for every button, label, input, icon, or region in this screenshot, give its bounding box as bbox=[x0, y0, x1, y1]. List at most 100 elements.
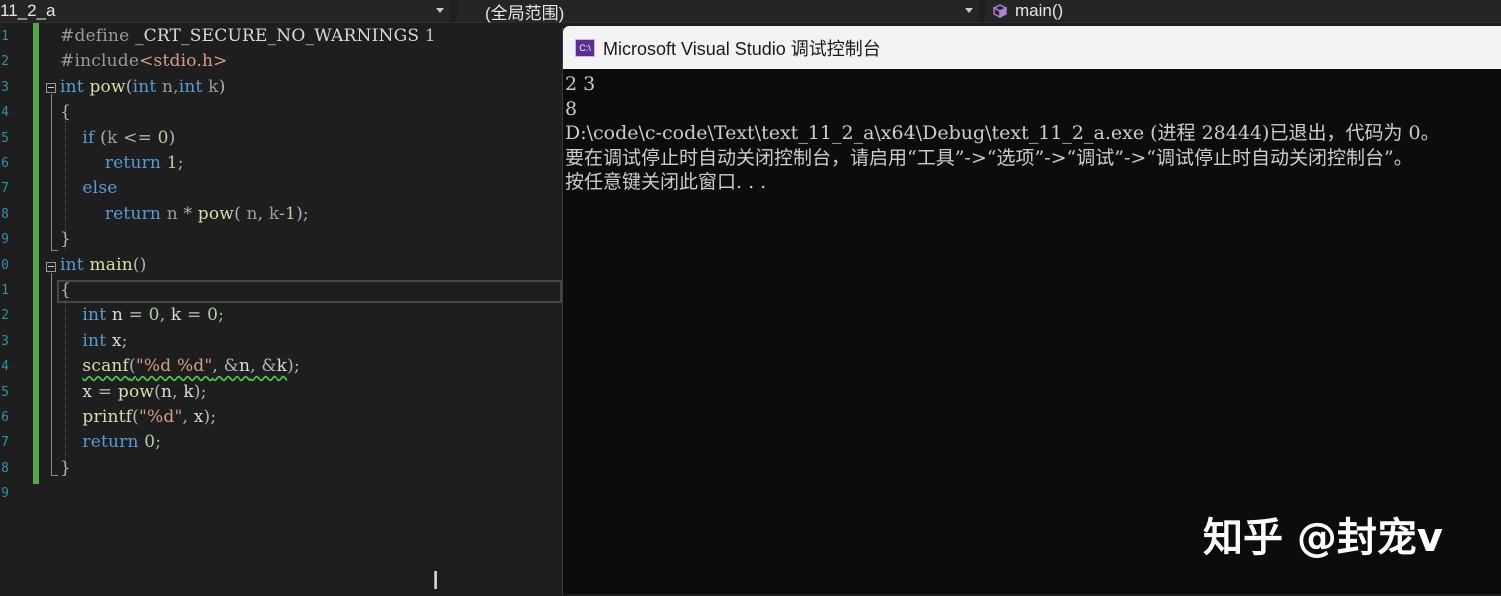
code-token: * bbox=[177, 203, 198, 224]
function-dropdown[interactable]: main() bbox=[985, 0, 1501, 22]
code-line[interactable]: return 0; bbox=[60, 430, 161, 455]
code-token: ; bbox=[155, 432, 162, 453]
editor-navigation-bar: 11_2_a (全局范围) main() bbox=[0, 0, 1501, 23]
line-number: 2 bbox=[1, 308, 9, 324]
line-number: 5 bbox=[1, 384, 9, 400]
console-output[interactable]: 2 3 8 D:\code\c-code\Text\text_11_2_a\x64\… bbox=[565, 72, 1500, 195]
code-token: x bbox=[60, 381, 93, 402]
code-editor[interactable]: 1 2 3 4 5 6 7 8 9 0 1 2 3 4 5 6 7 8 9 #define _CRT_SECURE_… bbox=[0, 23, 562, 594]
code-token: x bbox=[193, 407, 204, 427]
code-token: ) bbox=[168, 127, 176, 148]
collapse-region-icon[interactable] bbox=[46, 262, 56, 272]
code-token: k bbox=[183, 381, 194, 402]
code-token: { bbox=[60, 280, 72, 300]
function-dropdown-label: main() bbox=[1015, 1, 1064, 20]
code-token: 1 bbox=[161, 153, 178, 173]
code-token: ; bbox=[218, 305, 225, 326]
code-token: pow bbox=[197, 203, 235, 224]
code-token: 1 bbox=[419, 26, 436, 46]
line-number: 4 bbox=[1, 359, 9, 375]
code-token: ; bbox=[177, 153, 184, 173]
code-token: k bbox=[268, 203, 280, 224]
text-cursor-icon: I bbox=[432, 565, 440, 595]
code-token: } bbox=[60, 457, 72, 478]
code-line[interactable]: return n * pow( n, k-1); bbox=[60, 202, 309, 227]
line-number: 5 bbox=[1, 130, 9, 146]
code-token: n bbox=[246, 203, 258, 224]
code-token: k bbox=[170, 305, 182, 326]
code-token: () bbox=[132, 254, 147, 275]
line-number: 4 bbox=[1, 105, 9, 121]
code-token: 1 bbox=[285, 203, 297, 224]
cube-icon bbox=[993, 4, 1007, 18]
line-number: 6 bbox=[1, 410, 9, 425]
code-line[interactable]: int main() bbox=[60, 253, 147, 278]
line-number: 3 bbox=[1, 79, 9, 95]
code-line[interactable]: } bbox=[60, 456, 71, 481]
project-dropdown[interactable]: 11_2_a bbox=[0, 0, 450, 22]
scope-dropdown-label: (全局范围) bbox=[485, 3, 565, 23]
code-line[interactable]: if (k <= 0) bbox=[60, 126, 176, 151]
code-token: pow bbox=[89, 76, 126, 97]
code-token: "%d %d" bbox=[135, 356, 213, 377]
code-line[interactable]: #include<stdio.h> bbox=[60, 49, 228, 74]
code-token: <= bbox=[117, 127, 158, 148]
code-token: if bbox=[82, 127, 95, 148]
code-token: main bbox=[89, 254, 133, 275]
change-tracking-bar bbox=[33, 23, 39, 484]
line-number: 6 bbox=[1, 156, 9, 171]
code-line[interactable]: } bbox=[60, 227, 71, 252]
collapse-region-icon[interactable] bbox=[46, 83, 56, 93]
code-token: _CRT_SECURE_NO_WARNINGS bbox=[134, 26, 420, 46]
current-line-highlight bbox=[57, 280, 562, 303]
code-token: #define bbox=[60, 26, 135, 46]
watermark: 知乎 @封宠v bbox=[1203, 515, 1443, 561]
chevron-down-icon bbox=[965, 8, 973, 13]
code-token: , bbox=[159, 305, 171, 326]
code-token: , bbox=[182, 407, 194, 427]
code-token: 0 bbox=[138, 432, 156, 453]
code-token: = bbox=[92, 381, 118, 402]
code-token: ( bbox=[125, 76, 133, 97]
code-line[interactable]: int n = 0, k = 0; bbox=[60, 303, 224, 328]
line-number: 8 bbox=[1, 206, 9, 222]
code-line[interactable]: { bbox=[60, 100, 71, 125]
code-line[interactable]: x = pow(n, k); bbox=[60, 380, 207, 405]
code-line[interactable]: { bbox=[60, 278, 71, 303]
code-token: printf bbox=[82, 407, 133, 427]
code-token: ( bbox=[234, 203, 247, 224]
code-line[interactable]: int x; bbox=[60, 329, 128, 354]
code-token: 0 bbox=[148, 305, 160, 326]
code-line[interactable]: int pow(int n,int k) bbox=[60, 75, 226, 100]
code-token: return bbox=[104, 203, 162, 224]
code-line[interactable]: printf("%d", x); bbox=[60, 405, 216, 430]
line-number: 9 bbox=[1, 486, 9, 502]
code-token: = bbox=[181, 305, 208, 326]
code-token: k bbox=[107, 127, 118, 148]
line-number: 8 bbox=[1, 460, 9, 476]
console-titlebar[interactable]: C:\ Microsoft Visual Studio 调试控制台 bbox=[563, 26, 1501, 69]
code-token: , & bbox=[212, 356, 239, 377]
console-output-line: 8 bbox=[565, 97, 578, 120]
code-token: ( bbox=[129, 356, 136, 377]
line-number: 3 bbox=[1, 333, 9, 349]
line-number: 9 bbox=[1, 232, 9, 248]
line-number: 7 bbox=[1, 435, 9, 451]
fold-guide bbox=[51, 94, 52, 251]
code-token: ); bbox=[203, 407, 217, 427]
code-line[interactable]: return 1; bbox=[60, 151, 184, 176]
code-token: x bbox=[106, 330, 122, 351]
code-line[interactable]: scanf("%d %d", &n, &k); bbox=[60, 354, 300, 379]
code-line[interactable]: #define _CRT_SECURE_NO_WARNINGS 1 bbox=[60, 24, 436, 49]
scope-dropdown[interactable]: (全局范围) bbox=[457, 0, 979, 23]
code-token: { bbox=[60, 102, 72, 123]
code-token: 0 bbox=[207, 305, 219, 326]
console-app-icon: C:\ bbox=[575, 38, 595, 57]
code-token: int bbox=[82, 330, 107, 351]
code-token: ( bbox=[132, 407, 139, 427]
code-line[interactable]: else bbox=[60, 176, 118, 201]
